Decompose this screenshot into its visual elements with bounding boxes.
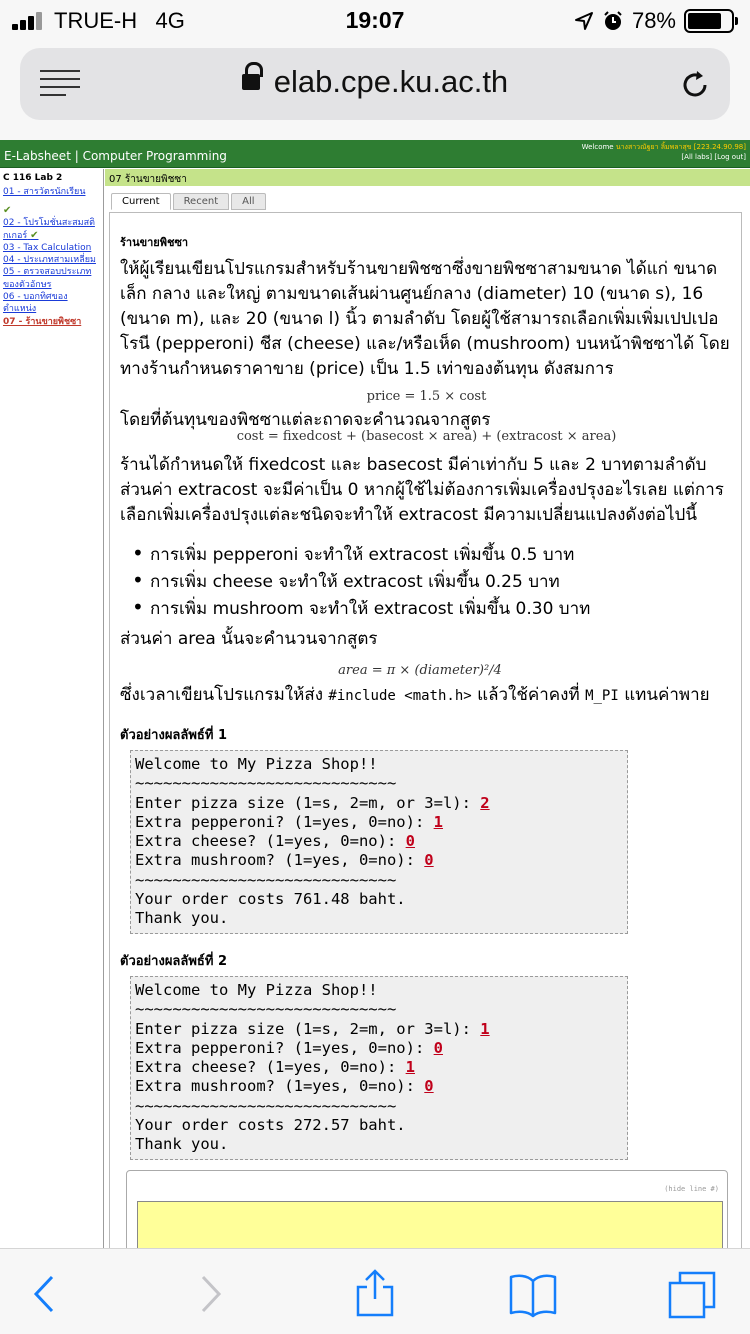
user-name[interactable]: นางสาวณัฐยา ลิ้มพลาสุข	[616, 143, 692, 151]
site-title: E-Labsheet | Computer Programming	[4, 149, 227, 163]
site-header: E-Labsheet | Computer Programming Welcom…	[0, 140, 750, 168]
lock-icon	[241, 62, 263, 93]
tab-recent[interactable]: Recent	[172, 193, 230, 210]
welcome-box: Welcome นางสาวณัฐยา ลิ้มพลาสุข [223.24.9…	[581, 143, 746, 161]
status-right: 78%	[574, 8, 738, 34]
problem-heading: ร้านขายพิชซา	[120, 236, 189, 249]
tabs-icon[interactable]	[668, 1269, 718, 1319]
sidebar-item-02[interactable]: 02 - โปรโมชั่นสะสมสติกเกอร์ ✔	[3, 217, 100, 242]
problem-panel: ร้านขายพิชซา ให้ผู้เรียนเขียนโปรแกรมสำหร…	[109, 212, 742, 1252]
browser-chrome: elab.cpe.ku.ac.th	[0, 40, 750, 140]
topping-list: การเพิ่ม pepperoni จะทำให้ extracost เพิ…	[132, 541, 722, 622]
formula-area: area = π × (diameter)²/4	[338, 663, 502, 678]
formula-price: price = 1.5 × cost	[366, 389, 487, 404]
battery-percent: 78%	[631, 8, 676, 33]
tab-bar: Current Recent All	[111, 193, 266, 210]
sidebar-item-07[interactable]: 07 - ร้านขายพิชซา	[3, 316, 100, 328]
example2-console: Welcome to My Pizza Shop!! ~~~~~~~~~~~~~…	[130, 976, 628, 1160]
share-icon[interactable]	[350, 1269, 400, 1319]
tab-all[interactable]: All	[231, 193, 266, 210]
battery-icon	[684, 9, 738, 33]
sidebar-heading: C 116 Lab 2	[3, 173, 63, 183]
main-content: 07 ร้านขายพิชซา Current Recent All ร้านข…	[105, 169, 750, 1252]
back-chevron-icon[interactable]	[22, 1269, 72, 1319]
forward-chevron-icon[interactable]	[185, 1269, 235, 1319]
location-arrow-icon	[574, 12, 593, 30]
example1-console: Welcome to My Pizza Shop!! ~~~~~~~~~~~~~…	[130, 750, 628, 934]
lab-sidebar: C 116 Lab 2 01 - สารวัตรนักเรียน ✔ 02 - …	[0, 169, 104, 1249]
book-icon[interactable]	[508, 1269, 558, 1319]
reload-icon[interactable]	[678, 68, 712, 102]
example1-label: ตัวอย่างผลลัพธ์ที่ 1	[120, 728, 228, 743]
example2-label: ตัวอย่างผลลัพธ์ที่ 2	[120, 954, 228, 969]
sidebar-item-03[interactable]: 03 - Tax Calculation	[3, 242, 100, 254]
list-item: การเพิ่ม mushroom จะทำให้ extracost เพิ่…	[132, 595, 722, 622]
intro-text: ให้ผู้เรียนเขียนโปรแกรมสำหรับร้านขายพิชซ…	[120, 259, 730, 379]
address-bar[interactable]: elab.cpe.ku.ac.th	[20, 48, 730, 120]
area-intro: ส่วนค่า area นั้นจะคำนวนจากสูตร	[120, 629, 378, 649]
list-item: การเพิ่ม pepperoni จะทำให้ extracost เพิ…	[132, 541, 722, 568]
check-icon: ✔	[30, 229, 39, 241]
url-text[interactable]: elab.cpe.ku.ac.th	[20, 62, 730, 100]
content-title: 07 ร้านขายพิชซา	[105, 169, 750, 186]
alarm-clock-icon	[604, 11, 622, 30]
sidebar-item-04[interactable]: 04 - ประเภทสามเหลี่ยม	[3, 254, 100, 266]
sidebar-item-01[interactable]: 01 - สารวัตรนักเรียน	[3, 186, 100, 198]
header-links[interactable]: [All labs] [Log out]	[681, 153, 746, 161]
user-ip: [223.24.90.98]	[693, 143, 746, 151]
code-editor: (hide line #)	[126, 1170, 728, 1251]
sidebar-item-06[interactable]: 06 - บอกทิศของตำแหน่ง	[3, 291, 100, 316]
check-icon: ✔	[3, 205, 12, 217]
para-extracost: ร้านได้กำหนดให้ fixedcost และ basecost ม…	[120, 455, 724, 525]
tab-current[interactable]: Current	[111, 193, 171, 210]
list-item: การเพิ่ม cheese จะทำให้ extracost เพิ่มข…	[132, 568, 722, 595]
browser-toolbar	[0, 1248, 750, 1334]
hide-line-toggle[interactable]: (hide line #)	[664, 1185, 719, 1193]
sidebar-item-05[interactable]: 05 - ตรวจสอบประเภทของตัวอักษร	[3, 266, 100, 291]
formula-cost: cost = fixedcost + (basecost × area) + (…	[236, 429, 617, 444]
code-input-area[interactable]	[137, 1201, 723, 1251]
status-bar: TRUE-H 4G 19:07 78%	[0, 0, 750, 40]
include-note: ซึ่งเวลาเขียนโปรแกรมให้ส่ง #include <mat…	[120, 685, 710, 705]
